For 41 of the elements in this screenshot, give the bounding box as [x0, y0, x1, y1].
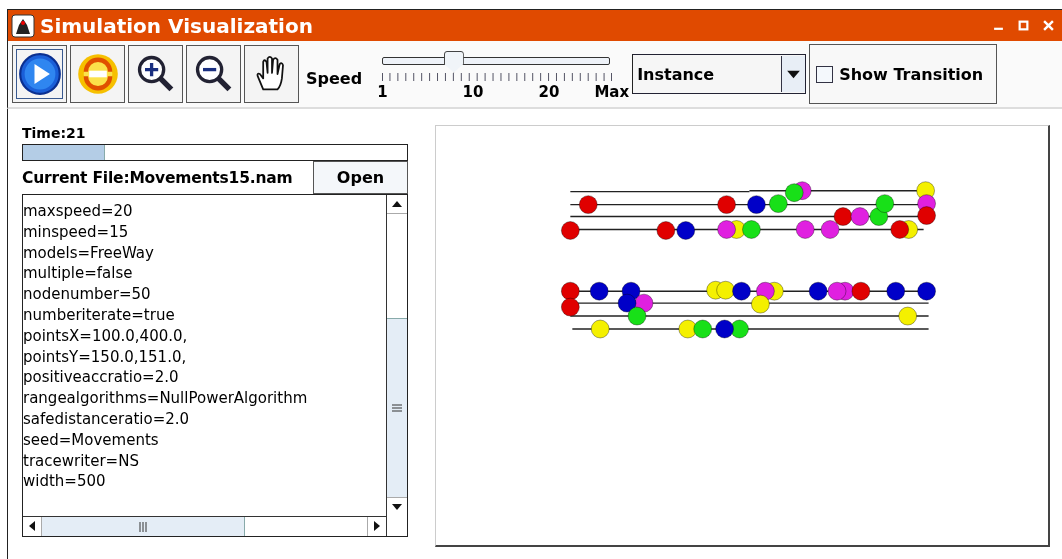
horizontal-scrollbar[interactable]	[23, 516, 387, 536]
zoom-out-button[interactable]	[186, 45, 241, 103]
config-line: width=500	[23, 471, 107, 493]
current-file-label: Current File:Movements15.nam	[22, 168, 294, 187]
config-line: pointsY=150.0,151.0,	[23, 346, 188, 368]
config-line: maxspeed=20	[23, 201, 134, 222]
zoom-in-button[interactable]	[128, 45, 183, 103]
config-line: tracewriter=NS	[23, 450, 140, 472]
config-line: models=FreeWay	[23, 242, 155, 264]
open-button[interactable]: Open	[313, 161, 408, 194]
config-line: multiple=false	[23, 263, 134, 285]
slider-tick-label: 20	[538, 82, 560, 101]
slider-tick-label: Max	[594, 82, 630, 101]
view-mode-dropdown[interactable]: Instance	[632, 54, 807, 94]
config-text-area[interactable]	[22, 194, 408, 537]
speed-label: Speed	[306, 68, 363, 88]
maximize-icon[interactable]	[1018, 20, 1029, 31]
slider-tick-label: 10	[462, 82, 484, 101]
window-title: Simulation Visualization	[40, 13, 313, 38]
grip-icon[interactable]	[392, 403, 402, 412]
show-transition-checkbox[interactable]: Show Transition	[809, 44, 998, 104]
vertical-scrollbar[interactable]	[386, 195, 407, 516]
config-line: safedistanceratio=2.0	[23, 408, 191, 430]
config-line: numberiterate=true	[23, 305, 176, 326]
slider-tick-label: 1	[377, 82, 388, 101]
grip-icon[interactable]	[138, 521, 147, 532]
app-icon	[11, 13, 35, 38]
config-line: pointsX=100.0,400.0,	[23, 325, 189, 347]
config-line: seed=Movements	[23, 429, 160, 451]
play-button[interactable]	[12, 45, 67, 103]
pan-button[interactable]	[244, 45, 299, 103]
speed-slider[interactable]	[382, 50, 611, 71]
config-line: rangealgorithms=NullPowerAlgorithm	[23, 388, 309, 409]
slider-thumb[interactable]	[443, 50, 464, 73]
config-line: minspeed=15	[23, 221, 130, 243]
close-icon[interactable]	[1043, 20, 1054, 31]
reset-button[interactable]	[70, 45, 125, 103]
play-icon[interactable]	[17, 52, 62, 96]
config-line: nodenumber=50	[23, 284, 152, 305]
config-line: positiveaccratio=2.0	[23, 367, 180, 389]
time-label: Time:21	[22, 125, 87, 142]
